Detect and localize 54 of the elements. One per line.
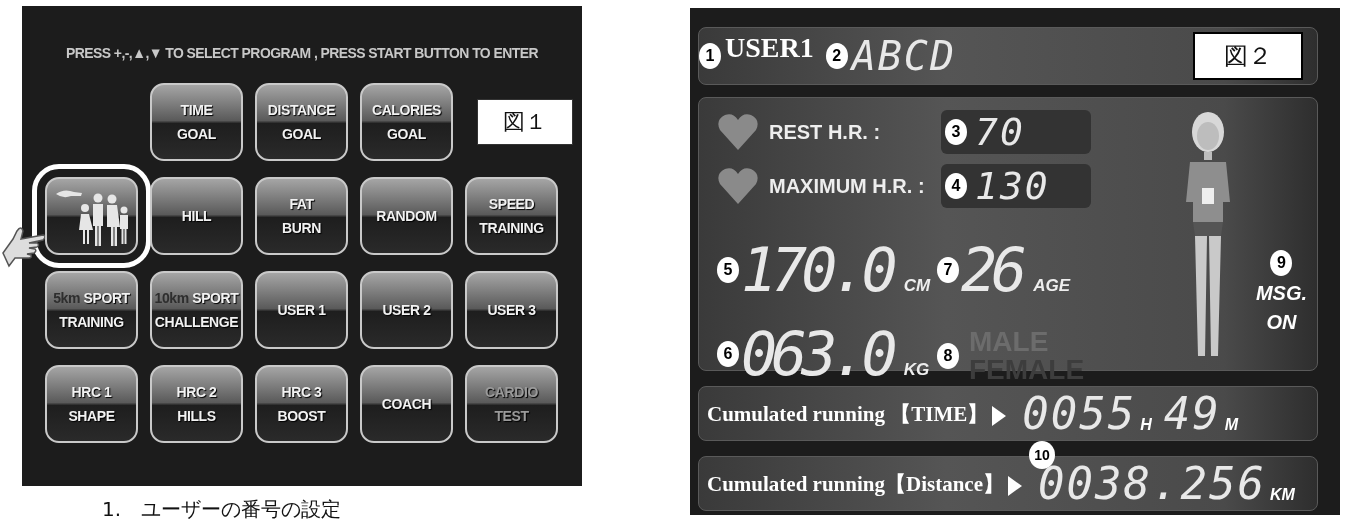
program-button[interactable]: SPEED TRAINING [465,177,558,255]
callout-number: 3 [945,119,967,145]
unit-label: M [1224,416,1239,434]
program-button[interactable]: HRC 2 HILLS [150,365,243,443]
program-button[interactable]: COACH [360,365,453,443]
distance-label: Cumulated running【Distance】 [707,471,1004,498]
value-display: 4 130 [941,164,1091,208]
program-button[interactable]: RANDOM [360,177,453,255]
unit-label: AGE [1033,276,1071,296]
callout-number: 5 [717,257,739,283]
callout-number: 4 [945,173,967,199]
heart-icon [717,166,759,206]
time-label: Cumulated running 【TIME】 [707,401,989,428]
program-button[interactable]: 10km SPORT CHALLENGE [150,271,243,349]
callout-number: 8 [937,343,959,369]
callout-number: 7 [937,257,959,283]
program-button[interactable]: HRC 3 BOOST [255,365,348,443]
callout-number: 6 [717,341,739,367]
figure-label: 図２ [1193,32,1303,80]
callout-number: 2 [825,43,848,69]
program-button[interactable]: USER 1 [255,271,348,349]
unit-label: KG [903,360,930,380]
weight-display: 063.0 [741,324,892,384]
program-button[interactable]: USER 3 [465,271,558,349]
callout-number: 9 [1270,250,1293,276]
program-button[interactable]: HILL [150,177,243,255]
callout-number: 1 [699,43,721,69]
play-arrow-icon [992,406,1007,426]
instruction-text: PRESS +,-,▲,▼ TO SELECT PROGRAM , PRESS START BUTTON TO ENTER [65,43,539,61]
program-button[interactable]: DISTANCE GOAL [255,83,348,161]
height-display: 170.0 [741,240,892,300]
play-arrow-icon [1007,476,1022,496]
unit-label: H [1140,416,1152,434]
value-display: 3 70 [941,110,1091,154]
user-label: USER1 [725,32,814,64]
program-button[interactable]: FAT BURN [255,177,348,255]
heart-icon [717,112,759,152]
unit-label: CM [903,276,931,296]
heart-rate-label: REST H.R. : [769,120,882,144]
program-button[interactable]: HRC 1 SHAPE [45,365,138,443]
figure-caption: 1. ユーザーの番号の設定 [102,496,343,523]
program-button[interactable]: USER 2 [360,271,453,349]
message-state: ON [1266,311,1297,334]
unit-label: KM [1269,486,1295,504]
message-label: MSG. [1255,282,1307,305]
program-button[interactable]: CALORIES GOAL [360,83,453,161]
hours-display: 0055 [1022,392,1137,436]
figure-label: 図１ [477,99,573,145]
program-button[interactable]: TIME GOAL [150,83,243,161]
minutes-display: 49 [1163,392,1221,436]
user-name-display: ABCD [851,36,957,76]
program-button[interactable]: 5km SPORT TRAINING [45,271,138,349]
heart-rate-label: MAXIMUM H.R. : [769,174,926,198]
age-display: 26 [961,240,1022,300]
